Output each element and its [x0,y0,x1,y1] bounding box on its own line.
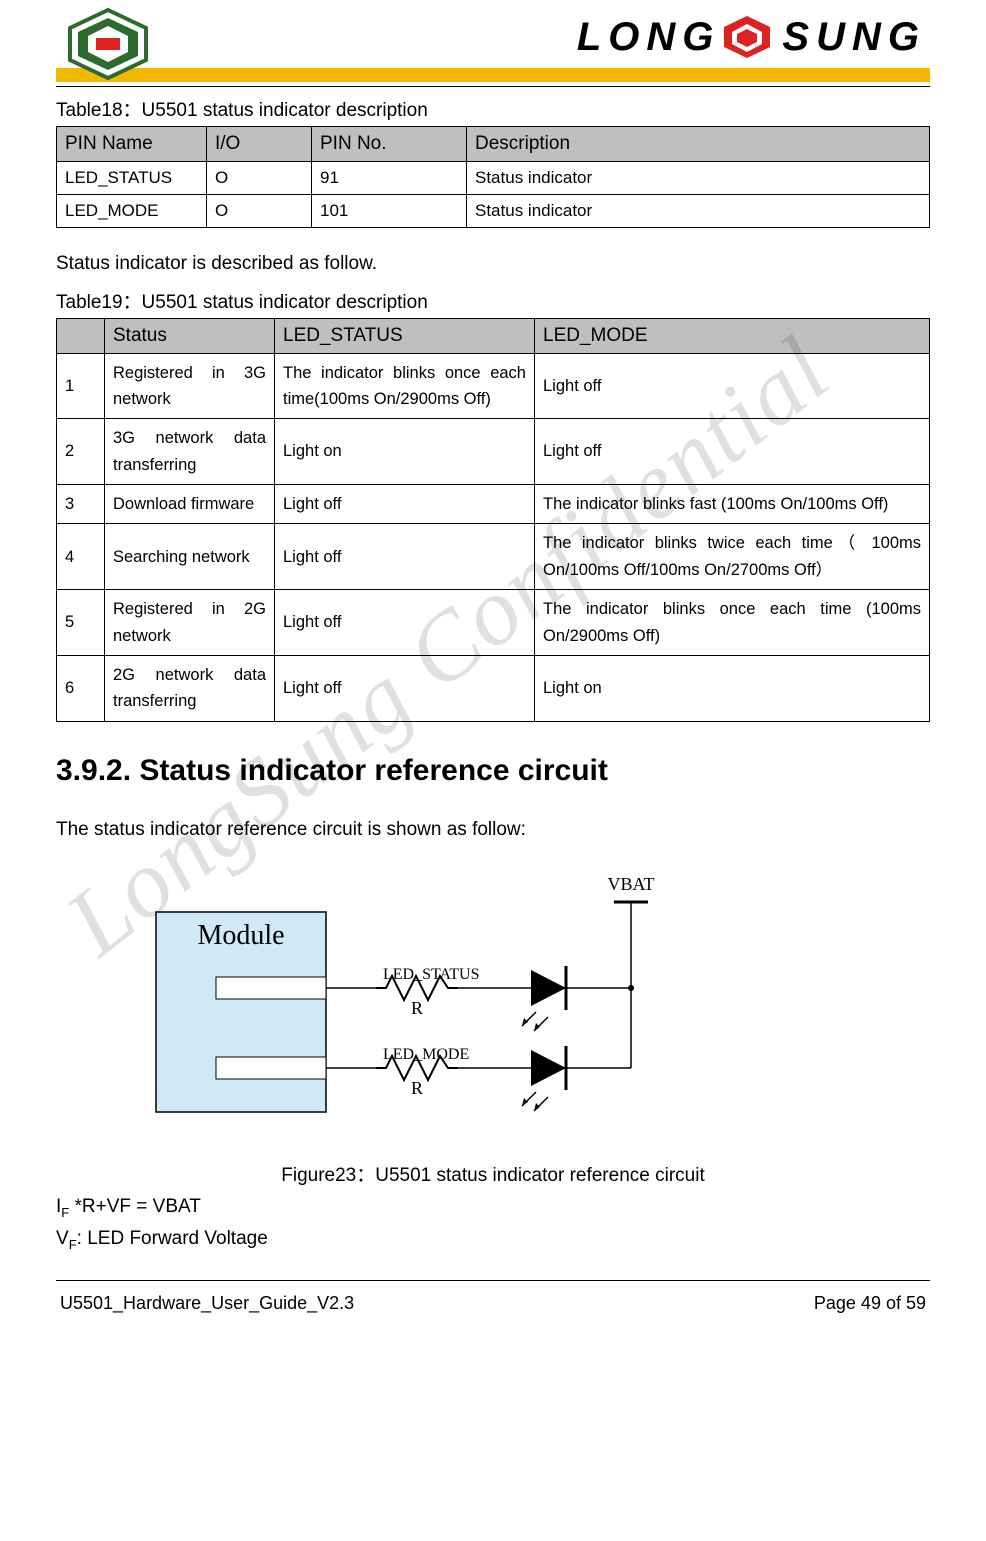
longsung-logo-icon [66,8,150,85]
figure-sig2-label: LED_MODE [383,1046,469,1063]
th-io: I/O [207,127,312,162]
cell: The indicator blinks twice each time（ 10… [535,524,930,590]
equation-1: IF *R+VF = VBAT [56,1193,930,1222]
cell: Light on [535,656,930,722]
cell: Light off [275,524,535,590]
cell: Light off [535,419,930,485]
cell: O [207,195,312,228]
figure-r2-label: R [411,1078,423,1098]
cell: 6 [57,656,105,722]
page-header: LONG SUNG [56,0,930,80]
cell: 2G network data transferring [105,656,275,722]
cell: Light off [275,485,535,524]
brand-hexagon-icon [720,14,774,60]
cell: The indicator blinks once each time (100… [535,590,930,656]
table-row: 5 Registered in 2G network Light off The… [57,590,930,656]
cell: Light off [275,590,535,656]
figure-vbat-label: VBAT [607,874,654,894]
cell: LED_MODE [57,195,207,228]
table-row: 1 Registered in 3G network The indicator… [57,353,930,419]
cell: 2 [57,419,105,485]
footer-doc-name: U5501_Hardware_User_Guide_V2.3 [60,1293,354,1314]
table18: PIN Name I/O PIN No. Description LED_STA… [56,126,930,228]
table-row: 4 Searching network Light off The indica… [57,524,930,590]
cell: Status indicator [467,195,930,228]
th-pin-name: PIN Name [57,127,207,162]
footer-divider [56,1280,930,1281]
cell: The indicator blinks once each time(100m… [275,353,535,419]
th-led-mode: LED_MODE [535,318,930,353]
section-title: 3.9.2. Status indicator reference circui… [56,754,930,788]
table-row: 6 2G network data transferring Light off… [57,656,930,722]
header-divider [56,86,930,87]
cell: Download firmware [105,485,275,524]
cell: 5 [57,590,105,656]
table-row: LED_STATUS O 91 Status indicator [57,162,930,195]
cell: Light off [275,656,535,722]
equation-2: VF: LED Forward Voltage [56,1225,930,1254]
th-status: Status [105,318,275,353]
cell: 4 [57,524,105,590]
th-led-status: LED_STATUS [275,318,535,353]
figure-sig1-label: LED_STATUS [383,966,480,983]
th-desc: Description [467,127,930,162]
cell: Status indicator [467,162,930,195]
cell: Light on [275,419,535,485]
figure-module-label: Module [197,920,284,951]
para-circuit-intro: The status indicator reference circuit i… [56,816,930,845]
cell: 3G network data transferring [105,419,275,485]
table-row: 3 Download firmware Light off The indica… [57,485,930,524]
cell: Light off [535,353,930,419]
table19: Status LED_STATUS LED_MODE 1 Registered … [56,318,930,722]
figure-caption: Figure23：U5501 status indicator referenc… [56,1160,930,1187]
cell: O [207,162,312,195]
cell: 101 [312,195,467,228]
page-footer: U5501_Hardware_User_Guide_V2.3 Page 49 o… [56,1293,930,1334]
table-row: 2 3G network data transferring Light on … [57,419,930,485]
footer-page-number: Page 49 of 59 [814,1293,926,1314]
table-row: LED_MODE O 101 Status indicator [57,195,930,228]
cell: Registered in 3G network [105,353,275,419]
cell: Registered in 2G network [105,590,275,656]
cell: LED_STATUS [57,162,207,195]
th-n [57,318,105,353]
para-status-intro: Status indicator is described as follow. [56,250,930,279]
cell: The indicator blinks fast (100ms On/100m… [535,485,930,524]
cell: 1 [57,353,105,419]
th-pin-no: PIN No. [312,127,467,162]
cell: Searching network [105,524,275,590]
figure-circuit: Module LED_STATUS R LED_MODE R [136,862,696,1152]
table19-caption: Table19：U5501 status indicator descripti… [56,287,930,314]
cell: 3 [57,485,105,524]
header-yellow-bar [56,68,930,82]
figure-r1-label: R [411,998,423,1018]
cell: 91 [312,162,467,195]
brand-text: LONG SUNG [577,14,918,60]
table18-caption: Table18：U5501 status indicator descripti… [56,95,930,122]
